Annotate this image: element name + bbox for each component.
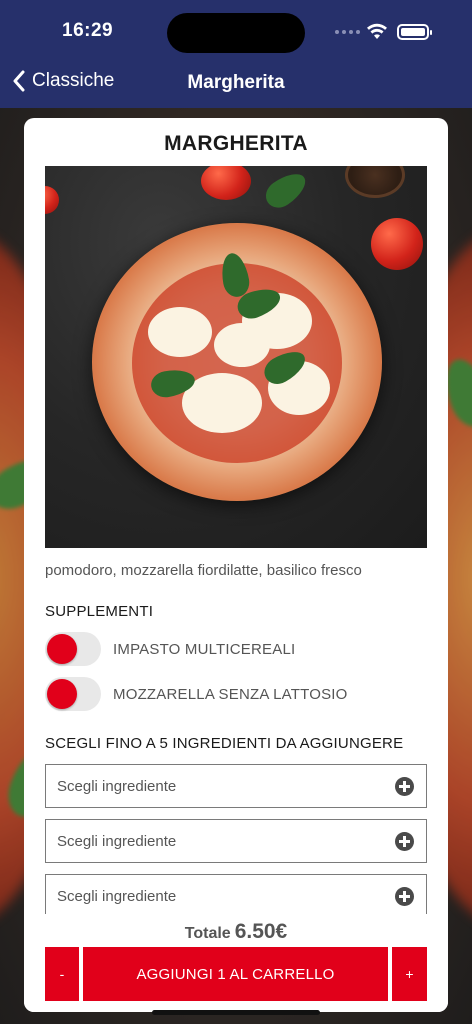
supplement-label: MOZZARELLA SENZA LATTOSIO <box>113 685 348 703</box>
ingredient-select[interactable]: Scegli ingrediente <box>45 874 427 918</box>
supplement-label: IMPASTO MULTICEREALI <box>113 640 296 658</box>
ingredient-select[interactable]: Scegli ingrediente <box>45 764 427 808</box>
ingredient-select-placeholder: Scegli ingrediente <box>57 777 177 795</box>
supplement-option-multicereali: IMPASTO MULTICEREALI <box>45 632 295 666</box>
supplement-option-senza-lattosio: MOZZARELLA SENZA LATTOSIO <box>45 677 348 711</box>
home-indicator <box>152 1010 320 1015</box>
total-amount: 6.50€ <box>234 920 288 943</box>
supplements-heading: SUPPLEMENTI <box>45 603 154 620</box>
cellular-signal-icon <box>335 30 360 34</box>
ingredient-select-placeholder: Scegli ingrediente <box>57 832 177 850</box>
product-image <box>45 166 427 548</box>
dynamic-island <box>167 13 305 53</box>
product-title: MARGHERITA <box>164 132 308 155</box>
top-bar: 16:29 Classiche Margherita <box>0 0 472 108</box>
ingredient-select[interactable]: Scegli ingrediente <box>45 819 427 863</box>
status-time: 16:29 <box>62 20 114 41</box>
supplement-toggle[interactable] <box>45 677 101 711</box>
ingredients-heading: SCEGLI FINO A 5 INGREDIENTI DA AGGIUNGER… <box>45 735 404 752</box>
supplement-toggle[interactable] <box>45 632 101 666</box>
cart-footer: Totale 6.50€ - AGGIUNGI 1 AL CARRELLO + <box>24 914 448 1012</box>
plus-circle-icon <box>395 886 414 906</box>
decrease-quantity-button[interactable]: - <box>45 947 79 1001</box>
product-card: MARGHERITA pomodoro, mozzarella fiordila… <box>24 118 448 1012</box>
battery-icon <box>397 24 432 40</box>
wifi-icon <box>367 23 387 39</box>
ingredient-select-placeholder: Scegli ingrediente <box>57 887 177 905</box>
plus-circle-icon <box>395 776 414 796</box>
add-to-cart-button[interactable]: AGGIUNGI 1 AL CARRELLO <box>83 947 388 1001</box>
plus-circle-icon <box>395 831 414 851</box>
increase-quantity-button[interactable]: + <box>392 947 427 1001</box>
total-label: Totale <box>184 925 231 942</box>
total-price: Totale 6.50€ <box>24 920 448 944</box>
product-description: pomodoro, mozzarella fiordilatte, basili… <box>45 562 362 579</box>
nav-title: Margherita <box>187 72 285 93</box>
